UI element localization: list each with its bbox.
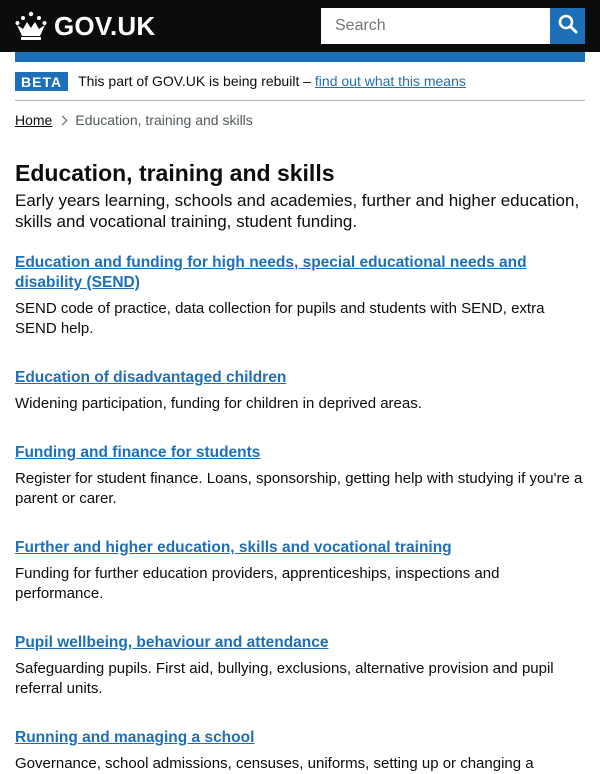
search-input[interactable] (321, 8, 550, 44)
topic-description: Widening participation, funding for chil… (15, 395, 422, 412)
topic-item: Running and managing a school Governance… (15, 728, 585, 774)
topic-link-disadvantaged-children[interactable]: Education of disadvantaged children (15, 368, 585, 388)
crown-icon (14, 11, 48, 41)
govuk-logo-link[interactable]: GOV.UK (14, 10, 155, 42)
topic-item: Education of disadvantaged children Wide… (15, 368, 585, 414)
phase-banner-text: This part of GOV.UK is being rebuilt – f… (78, 73, 466, 89)
breadcrumb: Home Education, training and skills (15, 110, 253, 130)
topic-description: Safeguarding pupils. First aid, bullying… (15, 660, 554, 697)
topic-link-student-finance[interactable]: Funding and finance for students (15, 443, 585, 463)
logo-text: GOV.UK (54, 11, 156, 41)
topic-description: Funding for further education providers,… (15, 565, 500, 602)
page-description: Early years learning, schools and academ… (15, 191, 580, 231)
topic-link-send[interactable]: Education and funding for high needs, sp… (15, 253, 585, 293)
phase-banner: BETA This part of GOV.UK is being rebuil… (15, 62, 585, 101)
topic-link-further-higher-education[interactable]: Further and higher education, skills and… (15, 538, 585, 558)
topic-item: Funding and finance for students Registe… (15, 443, 585, 509)
topic-description: Governance, school admissions, censuses,… (15, 755, 534, 772)
breadcrumb-current: Education, training and skills (75, 112, 253, 128)
phase-banner-link[interactable]: find out what this means (315, 73, 466, 89)
chevron-right-icon (57, 115, 68, 125)
phase-banner-message: This part of GOV.UK is being rebuilt – (78, 73, 315, 89)
page-title: Education, training and skills (15, 160, 335, 186)
topic-description: SEND code of practice, data collection f… (15, 300, 545, 337)
topic-item: Education and funding for high needs, sp… (15, 253, 585, 339)
breadcrumb-home-link[interactable]: Home (15, 112, 52, 128)
search-icon (558, 14, 578, 39)
topic-item: Pupil wellbeing, behaviour and attendanc… (15, 633, 585, 699)
site-header: GOV.UK (0, 0, 600, 52)
header-accent-bar (15, 52, 585, 62)
phase-tag: BETA (15, 71, 69, 91)
topic-description: Register for student finance. Loans, spo… (15, 470, 583, 507)
topic-link-pupil-wellbeing[interactable]: Pupil wellbeing, behaviour and attendanc… (15, 633, 585, 653)
search-button[interactable] (550, 8, 585, 44)
topic-item: Further and higher education, skills and… (15, 538, 585, 604)
topic-link-running-a-school[interactable]: Running and managing a school (15, 728, 585, 748)
